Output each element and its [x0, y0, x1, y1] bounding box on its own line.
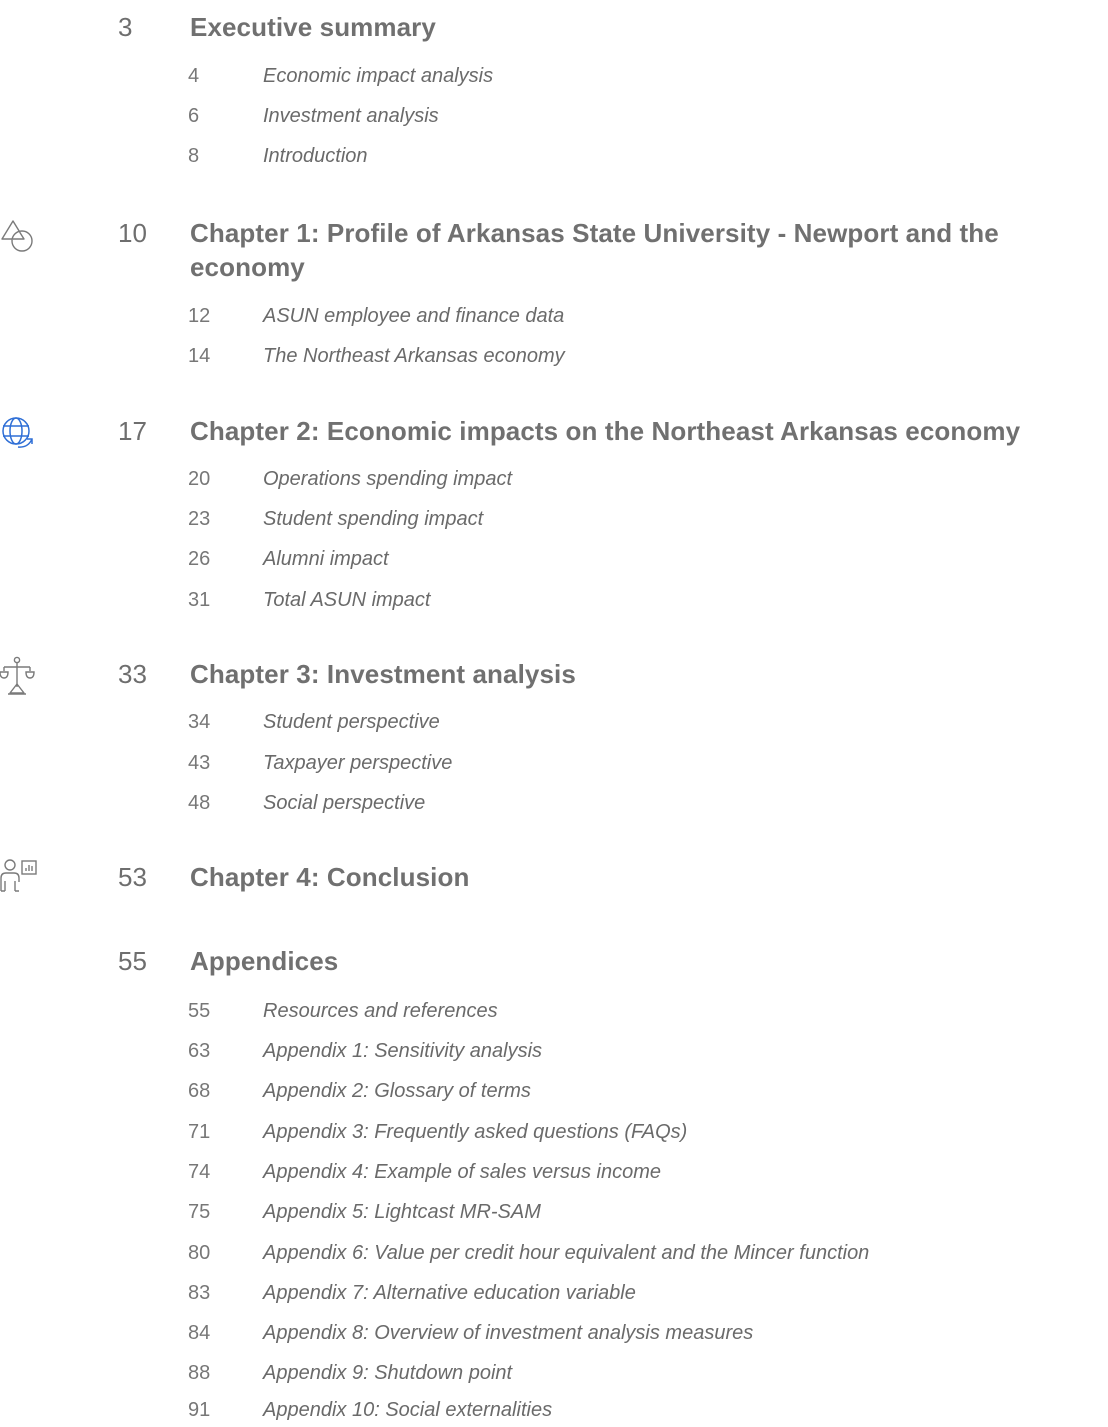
toc-item[interactable]: 71 Appendix 3: Frequently asked question… — [0, 1119, 1108, 1149]
item-page-number: 34 — [188, 711, 211, 733]
item-page-number: 84 — [188, 1322, 211, 1344]
toc-item[interactable]: 34 Student perspective — [0, 709, 1108, 739]
toc-item[interactable]: 83 Appendix 7: Alternative education var… — [0, 1280, 1108, 1310]
section-title[interactable]: Executive summary — [190, 10, 1100, 44]
toc-item[interactable]: 43 Taxpayer perspective — [0, 750, 1108, 780]
item-title[interactable]: The Northeast Arkansas economy — [263, 343, 565, 369]
item-title[interactable]: Total ASUN impact — [263, 587, 430, 613]
item-page-number: 4 — [188, 65, 200, 87]
item-title[interactable]: Operations spending impact — [263, 466, 512, 492]
toc-item[interactable]: 6 Investment analysis — [0, 103, 1108, 133]
toc-item[interactable]: 8 Introduction — [0, 143, 1108, 173]
toc-item[interactable]: 4 Economic impact analysis — [0, 63, 1108, 93]
toc-item[interactable]: 75 Appendix 5: Lightcast MR-SAM — [0, 1199, 1108, 1229]
item-page-number: 14 — [188, 345, 211, 367]
section-page-number[interactable]: 10 — [118, 216, 147, 250]
item-page-number: 88 — [188, 1362, 211, 1384]
item-page-number: 43 — [188, 752, 211, 774]
section-page-number[interactable]: 53 — [118, 860, 147, 894]
section-page-number[interactable]: 3 — [118, 10, 132, 44]
item-title[interactable]: Appendix 1: Sensitivity analysis — [263, 1038, 542, 1064]
item-page-number: 23 — [188, 508, 211, 530]
item-page-number: 68 — [188, 1080, 211, 1102]
toc-item[interactable]: 26 Alumni impact — [0, 546, 1108, 576]
item-title[interactable]: Introduction — [263, 143, 368, 169]
section-title[interactable]: Chapter 3: Investment analysis — [190, 657, 1100, 691]
item-title[interactable]: Appendix 10: Social externalities — [263, 1397, 552, 1423]
scales-icon — [0, 656, 40, 696]
item-page-number: 63 — [188, 1040, 211, 1062]
section-page-number[interactable]: 33 — [118, 657, 147, 691]
item-page-number: 26 — [188, 548, 211, 570]
item-title[interactable]: Investment analysis — [263, 103, 439, 129]
item-page-number: 8 — [188, 145, 200, 167]
toc-item[interactable]: 84 Appendix 8: Overview of investment an… — [0, 1320, 1108, 1350]
toc-item[interactable]: 80 Appendix 6: Value per credit hour equ… — [0, 1240, 1108, 1270]
section-title[interactable]: Chapter 4: Conclusion — [190, 860, 1100, 894]
item-title[interactable]: Appendix 3: Frequently asked questions (… — [263, 1119, 687, 1145]
item-title[interactable]: Appendix 6: Value per credit hour equiva… — [263, 1240, 869, 1266]
section-title[interactable]: Chapter 2: Economic impacts on the North… — [190, 414, 1100, 448]
item-page-number: 83 — [188, 1282, 211, 1304]
item-title[interactable]: Appendix 9: Shutdown point — [263, 1360, 512, 1386]
toc-item[interactable]: 12 ASUN employee and finance data — [0, 303, 1108, 333]
shapes-icon — [0, 219, 40, 259]
section-title[interactable]: Appendices — [190, 944, 1100, 978]
item-title[interactable]: Social perspective — [263, 790, 425, 816]
toc-item[interactable]: 88 Appendix 9: Shutdown point — [0, 1360, 1108, 1390]
toc-item[interactable]: 48 Social perspective — [0, 790, 1108, 820]
item-title[interactable]: Student spending impact — [263, 506, 483, 532]
item-title[interactable]: Appendix 4: Example of sales versus inco… — [263, 1159, 661, 1185]
section-page-number[interactable]: 17 — [118, 414, 147, 448]
toc-item[interactable]: 31 Total ASUN impact — [0, 587, 1108, 617]
item-title[interactable]: ASUN employee and finance data — [263, 303, 564, 329]
item-page-number: 55 — [188, 1000, 211, 1022]
item-page-number: 48 — [188, 792, 211, 814]
item-page-number: 74 — [188, 1161, 211, 1183]
toc-item[interactable]: 23 Student spending impact — [0, 506, 1108, 536]
item-page-number: 91 — [188, 1399, 211, 1421]
item-page-number: 20 — [188, 468, 211, 490]
toc-item[interactable]: 14 The Northeast Arkansas economy — [0, 343, 1108, 373]
toc-item[interactable]: 74 Appendix 4: Example of sales versus i… — [0, 1159, 1108, 1189]
toc-item[interactable]: 68 Appendix 2: Glossary of terms — [0, 1078, 1108, 1108]
section-title[interactable]: Chapter 1: Profile of Arkansas State Uni… — [190, 216, 1100, 284]
section-page-number[interactable]: 55 — [118, 944, 147, 978]
item-page-number: 31 — [188, 589, 211, 611]
item-title[interactable]: Resources and references — [263, 998, 498, 1024]
presenter-icon — [0, 858, 40, 898]
item-title[interactable]: Appendix 8: Overview of investment analy… — [263, 1320, 753, 1346]
item-page-number: 75 — [188, 1201, 211, 1223]
item-title[interactable]: Taxpayer perspective — [263, 750, 452, 776]
table-of-contents: 3 Executive summary 4 Economic impact an… — [0, 0, 1108, 1425]
toc-item[interactable]: 63 Appendix 1: Sensitivity analysis — [0, 1038, 1108, 1068]
item-title[interactable]: Alumni impact — [263, 546, 389, 572]
item-page-number: 71 — [188, 1121, 211, 1143]
item-page-number: 80 — [188, 1242, 211, 1264]
toc-item[interactable]: 20 Operations spending impact — [0, 466, 1108, 496]
item-page-number: 6 — [188, 105, 200, 127]
item-title[interactable]: Appendix 2: Glossary of terms — [263, 1078, 531, 1104]
item-page-number: 12 — [188, 305, 211, 327]
item-title[interactable]: Appendix 7: Alternative education variab… — [263, 1280, 636, 1306]
item-title[interactable]: Appendix 5: Lightcast MR-SAM — [263, 1199, 541, 1225]
item-title[interactable]: Student perspective — [263, 709, 440, 735]
toc-item[interactable]: 55 Resources and references — [0, 998, 1108, 1028]
item-title[interactable]: Economic impact analysis — [263, 63, 493, 89]
toc-item[interactable]: 91 Appendix 10: Social externalities — [0, 1397, 1108, 1427]
globe-icon — [0, 414, 40, 454]
